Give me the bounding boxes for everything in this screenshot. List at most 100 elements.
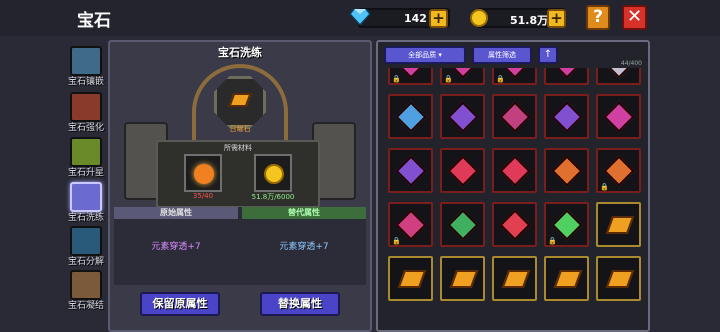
sidebar-item-label: 宝石洗练 bbox=[67, 213, 104, 223]
sidebar-item-label: 宝石分解 bbox=[67, 257, 104, 267]
gem-slot[interactable]: 🔒 bbox=[544, 202, 589, 247]
enhance-icon bbox=[70, 92, 102, 122]
gem-slot[interactable]: 🔒 bbox=[440, 68, 485, 85]
sun-stone-icon bbox=[501, 270, 531, 288]
diamond-icon bbox=[350, 9, 370, 25]
panel-title: 宝石洗练 bbox=[218, 46, 262, 59]
add-diamond-button[interactable]: + bbox=[429, 9, 448, 28]
sort-arrow-button[interactable]: ↑ bbox=[538, 46, 558, 64]
gem-slot[interactable] bbox=[440, 148, 485, 193]
attr-replace-value: 元素穿透+7 bbox=[279, 242, 329, 252]
gem-slot[interactable] bbox=[544, 148, 589, 193]
gem-slot[interactable] bbox=[492, 94, 537, 139]
gem-icon bbox=[551, 209, 583, 241]
attribute-area: 原始属性 替代属性 元素穿透+7 元素穿透+7 bbox=[114, 207, 366, 285]
keep-original-button[interactable]: 保留原属性 bbox=[140, 292, 220, 316]
sidebar-item-label: 宝石镶嵌 bbox=[67, 77, 104, 87]
reroll-gem-icon bbox=[70, 182, 102, 212]
gem-slot[interactable] bbox=[596, 68, 641, 85]
gem-slot[interactable]: 🔒 bbox=[492, 68, 537, 85]
lock-icon: 🔒 bbox=[548, 237, 557, 245]
gem-icon bbox=[603, 155, 635, 187]
gem-slot[interactable] bbox=[544, 256, 589, 301]
lock-icon: 🔒 bbox=[496, 75, 505, 83]
gem-icon bbox=[551, 68, 583, 79]
page-title: 宝石 bbox=[77, 11, 111, 31]
gem-icon bbox=[499, 209, 531, 241]
attr-original-value: 元素穿透+7 bbox=[151, 242, 201, 252]
gem-icon bbox=[395, 101, 427, 133]
sun-stone-icon bbox=[449, 270, 479, 288]
inlay-icon bbox=[70, 46, 102, 76]
essence-icon bbox=[194, 164, 214, 184]
gem-icon bbox=[395, 155, 427, 187]
sidebar-item-label: 宝石升星 bbox=[67, 168, 104, 178]
coin-value: 51.8万 bbox=[510, 14, 549, 27]
decompose-icon bbox=[70, 226, 102, 256]
sun-stone-icon bbox=[553, 270, 583, 288]
quality-filter-dropdown[interactable]: 全部品质 ▾ bbox=[384, 46, 466, 64]
materials-title: 所需材料 bbox=[224, 144, 252, 152]
close-button[interactable]: ✕ bbox=[622, 5, 647, 30]
sidebar: 宝石镶嵌 宝石强化 宝石升星 宝石洗练 宝石分解 宝石凝结 bbox=[62, 42, 110, 332]
sidebar-item-reroll[interactable]: 宝石洗练 bbox=[66, 180, 106, 224]
material-slot-essence[interactable] bbox=[184, 154, 222, 192]
gem-slot[interactable] bbox=[388, 148, 433, 193]
gem-icon bbox=[447, 209, 479, 241]
help-button[interactable]: ? bbox=[586, 5, 610, 30]
sidebar-item-decompose[interactable]: 宝石分解 bbox=[66, 224, 106, 268]
sun-stone-icon bbox=[605, 216, 635, 234]
gem-slot[interactable]: 🔒 bbox=[388, 202, 433, 247]
top-bar: 宝石 142 + 51.8万 + ? ✕ bbox=[0, 0, 720, 36]
gem-icon bbox=[447, 101, 479, 133]
gem-grid: 🔒 🔒 🔒 🔒 🔒 🔒 bbox=[388, 68, 642, 332]
sidebar-item-star-up[interactable]: 宝石升星 bbox=[66, 135, 106, 179]
gem-icon bbox=[499, 101, 531, 133]
gem-icon bbox=[603, 101, 635, 133]
lock-icon: 🔒 bbox=[600, 183, 609, 191]
star-icon bbox=[70, 137, 102, 167]
gem-icon bbox=[603, 68, 635, 79]
diamond-value: 142 bbox=[404, 12, 427, 25]
add-coin-button[interactable]: + bbox=[547, 9, 566, 28]
replace-attr-button[interactable]: 替换属性 bbox=[260, 292, 340, 316]
gem-slot[interactable] bbox=[492, 256, 537, 301]
gem-slot[interactable] bbox=[596, 94, 641, 139]
condense-icon bbox=[70, 270, 102, 300]
gem-slot[interactable] bbox=[388, 94, 433, 139]
gem-slot[interactable] bbox=[544, 94, 589, 139]
gem-icon bbox=[499, 155, 531, 187]
lock-icon: 🔒 bbox=[392, 237, 401, 245]
sidebar-item-enhance[interactable]: 宝石强化 bbox=[66, 90, 106, 134]
inventory-count: 44/400 bbox=[620, 60, 642, 67]
sun-stone-icon bbox=[605, 270, 635, 288]
gem-slot[interactable] bbox=[440, 256, 485, 301]
gem-icon bbox=[551, 101, 583, 133]
material-slot-coin[interactable] bbox=[254, 154, 292, 192]
gem-slot[interactable] bbox=[440, 202, 485, 247]
gem-slot[interactable] bbox=[492, 202, 537, 247]
gem-slot[interactable] bbox=[596, 202, 641, 247]
gem-slot[interactable] bbox=[492, 148, 537, 193]
gem-slot[interactable] bbox=[544, 68, 589, 85]
material2-count: 51.8万/6000 bbox=[251, 193, 295, 201]
gem-slot[interactable]: 🔒 bbox=[596, 148, 641, 193]
gem-inventory-panel: 全部品质 ▾ 属性筛选 ↑ 44/400 🔒 🔒 🔒 🔒 🔒 🔒 bbox=[376, 40, 650, 332]
gem-slot[interactable]: 🔒 bbox=[388, 68, 433, 85]
attr-original-header: 原始属性 bbox=[114, 207, 238, 219]
coin-counter: 51.8万 + bbox=[470, 8, 566, 28]
gem-icon bbox=[447, 155, 479, 187]
sidebar-item-inlay[interactable]: 宝石镶嵌 bbox=[66, 44, 106, 88]
gem-slot[interactable] bbox=[388, 256, 433, 301]
material1-count: 35/40 bbox=[192, 192, 214, 200]
gem-slot[interactable] bbox=[440, 94, 485, 139]
sidebar-item-condense[interactable]: 宝石凝结 bbox=[66, 268, 106, 312]
lock-icon: 🔒 bbox=[392, 75, 401, 83]
gem-icon bbox=[395, 209, 427, 241]
quality-filter-label: 全部品质 bbox=[408, 51, 437, 59]
materials-box: 所需材料 35/40 51.8万/6000 bbox=[156, 140, 320, 208]
gem-slot[interactable] bbox=[596, 256, 641, 301]
coin-icon bbox=[470, 9, 488, 27]
lock-icon: 🔒 bbox=[444, 75, 453, 83]
attr-filter-button[interactable]: 属性筛选 bbox=[472, 46, 532, 64]
